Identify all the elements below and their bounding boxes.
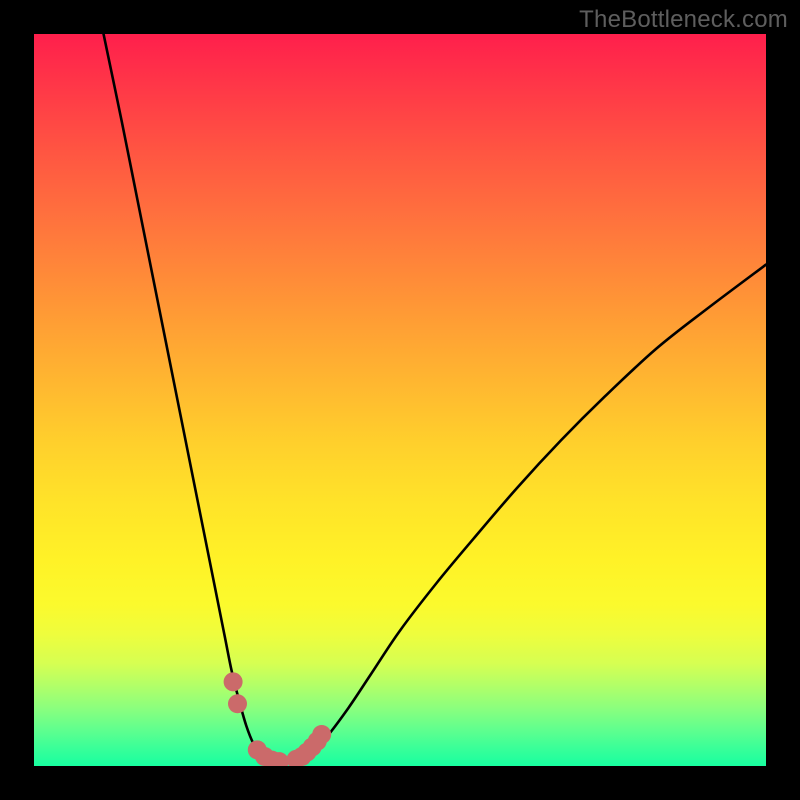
marker-dot	[228, 694, 247, 713]
watermark-text: TheBottleneck.com	[579, 6, 788, 34]
curve-layer	[34, 34, 766, 766]
marker-dot	[312, 725, 331, 744]
curve-markers	[224, 672, 332, 766]
bottleneck-curve	[104, 34, 766, 763]
plot-area	[34, 34, 766, 766]
chart-frame: TheBottleneck.com	[0, 0, 800, 800]
marker-dot	[224, 672, 243, 691]
